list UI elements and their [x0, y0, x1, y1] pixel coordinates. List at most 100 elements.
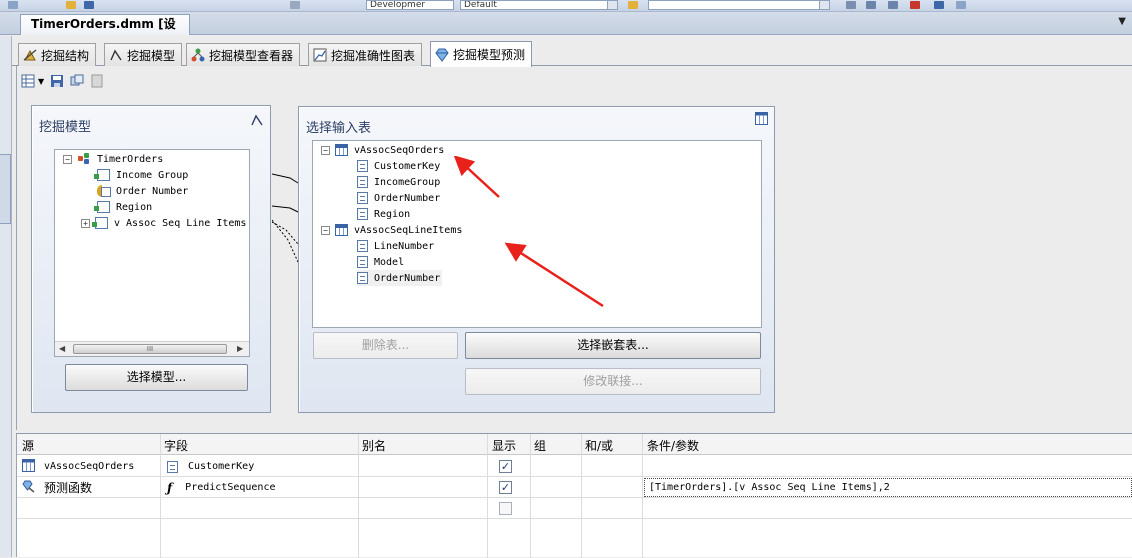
- configuration-combo[interactable]: Developmer: [366, 0, 454, 10]
- platform-combo[interactable]: Default: [460, 0, 618, 10]
- header-field[interactable]: 字段: [164, 437, 188, 454]
- tab-mining-structure[interactable]: 挖掘结构: [18, 43, 97, 66]
- tab-model-viewer[interactable]: 挖掘模型查看器: [186, 43, 301, 66]
- tree-root[interactable]: − TimerOrders: [63, 151, 163, 167]
- open-folder-icon[interactable]: [66, 1, 76, 9]
- expand-icon[interactable]: +: [81, 218, 90, 228]
- header-group[interactable]: 组: [534, 437, 546, 454]
- show-cell[interactable]: ✓: [499, 456, 512, 477]
- tree-item[interactable]: Order Number: [97, 183, 188, 199]
- column-node[interactable]: OrderNumber: [357, 270, 443, 286]
- table-node[interactable]: − vAssocSeqOrders: [321, 142, 444, 158]
- column-name: IncomeGroup: [374, 176, 441, 188]
- tree-item[interactable]: + v Assoc Seq Line Items: [81, 215, 246, 231]
- source-cell[interactable]: 预测函数: [22, 477, 92, 498]
- column-name: Income Group: [116, 169, 189, 181]
- header-source[interactable]: 源: [22, 437, 34, 454]
- header-show[interactable]: 显示: [492, 437, 516, 454]
- column-node[interactable]: CustomerKey: [357, 158, 440, 174]
- collapse-icon[interactable]: −: [321, 145, 330, 155]
- column-name: CustomerKey: [374, 160, 441, 172]
- save-icon[interactable]: [84, 1, 94, 9]
- show-checkbox[interactable]: [499, 502, 512, 515]
- collapse-icon[interactable]: −: [63, 154, 72, 164]
- chevron-down-icon[interactable]: ▼: [38, 77, 44, 86]
- panel-title: 挖掘模型: [39, 120, 92, 135]
- column-node[interactable]: Region: [357, 206, 410, 222]
- table-node[interactable]: − vAssocSeqLineItems: [321, 222, 462, 238]
- chevron-down-icon[interactable]: [607, 1, 617, 9]
- mining-model-tree-icon: [77, 153, 91, 165]
- model-tree[interactable]: − TimerOrders Income Group Order Number …: [54, 149, 250, 357]
- designer-canvas: ▼ 挖掘模型 − TimerOrders Income Group Order …: [16, 66, 1132, 430]
- column-name: LineNumber: [374, 240, 435, 252]
- properties-icon[interactable]: [888, 1, 898, 9]
- modify-join-button[interactable]: 修改联接...: [465, 368, 761, 395]
- document-icon[interactable]: [90, 74, 104, 88]
- table-row[interactable]: 预测函数 ƒ PredictSequence ✓ [TimerOrders].[…: [17, 477, 1132, 498]
- annotation-arrow: [453, 156, 500, 198]
- toolbar-icon[interactable]: [8, 1, 18, 9]
- table-row[interactable]: [17, 498, 1132, 519]
- undo-icon[interactable]: [290, 1, 300, 9]
- table-icon: [335, 224, 348, 236]
- prediction-query-grid[interactable]: 源 字段 别名 显示 组 和/或 条件/参数 vAssocSeqOrders C…: [16, 433, 1132, 558]
- select-nested-table-button[interactable]: 选择嵌套表...: [465, 332, 761, 359]
- show-cell[interactable]: [499, 498, 512, 519]
- header-alias[interactable]: 别名: [362, 437, 386, 454]
- criteria-cell[interactable]: [TimerOrders].[v Assoc Seq Line Items],2: [649, 477, 890, 498]
- scroll-left-icon[interactable]: ◀: [59, 344, 65, 353]
- collapse-icon[interactable]: −: [321, 225, 330, 235]
- table-row[interactable]: vAssocSeqOrders CustomerKey ✓: [17, 456, 1132, 477]
- header-and-or[interactable]: 和/或: [585, 437, 613, 454]
- show-checkbox[interactable]: ✓: [499, 481, 512, 494]
- window-icon[interactable]: [956, 1, 966, 9]
- tree-item[interactable]: Region: [94, 199, 152, 215]
- table-grid-icon: [755, 112, 768, 128]
- tab-accuracy-chart[interactable]: 挖掘准确性图表: [308, 43, 423, 66]
- field-cell[interactable]: CustomerKey: [167, 456, 254, 477]
- field-cell[interactable]: ƒ PredictSequence: [167, 477, 275, 498]
- column-icon: [357, 240, 368, 252]
- delete-icon[interactable]: [910, 1, 920, 9]
- column-icon: [167, 460, 178, 473]
- copy-query-icon[interactable]: [70, 74, 84, 88]
- header-criteria[interactable]: 条件/参数: [647, 437, 699, 454]
- chevron-down-icon[interactable]: [819, 1, 829, 9]
- delete-table-button[interactable]: 删除表...: [313, 332, 458, 359]
- scroll-right-icon[interactable]: ▶: [237, 344, 243, 353]
- switch-view-icon[interactable]: [21, 74, 35, 88]
- save-query-icon[interactable]: [50, 74, 64, 88]
- column-node[interactable]: Model: [357, 254, 404, 270]
- solution-explorer-icon[interactable]: [866, 1, 876, 9]
- column-icon: [357, 192, 368, 204]
- column-node[interactable]: IncomeGroup: [357, 174, 440, 190]
- select-model-button[interactable]: 选择模型...: [65, 364, 248, 391]
- column-node[interactable]: LineNumber: [357, 238, 434, 254]
- mining-model-icon: [109, 48, 123, 62]
- scroll-thumb[interactable]: III: [73, 344, 227, 354]
- tab-mining-model[interactable]: 挖掘模型: [104, 43, 183, 66]
- tab-label: 挖掘模型预测: [453, 48, 526, 62]
- source-value: vAssocSeqOrders: [44, 461, 135, 472]
- mining-structure-icon: [23, 48, 37, 62]
- document-tab[interactable]: TimerOrders.dmm [设计]: [20, 14, 190, 50]
- prediction-toolbar: ▼: [21, 72, 104, 90]
- table-icon: [335, 144, 348, 156]
- find-in-files-icon[interactable]: [846, 1, 856, 9]
- table-icon: [22, 458, 35, 475]
- tab-mining-prediction[interactable]: 挖掘模型预测: [430, 41, 533, 67]
- chevron-down-icon[interactable]: ▼: [1118, 16, 1126, 27]
- column-node[interactable]: OrderNumber: [357, 190, 440, 206]
- show-cell[interactable]: ✓: [499, 477, 512, 498]
- scroll-thumb-grip: III: [146, 345, 154, 353]
- toolbox-autohide-tab[interactable]: [0, 154, 11, 224]
- search-combo[interactable]: [648, 0, 830, 10]
- horizontal-scrollbar[interactable]: ◀ III ▶: [55, 341, 249, 356]
- source-cell[interactable]: vAssocSeqOrders: [22, 456, 134, 477]
- find-icon[interactable]: [628, 1, 638, 9]
- tree-item[interactable]: Income Group: [94, 167, 189, 183]
- model-name: TimerOrders: [97, 153, 164, 165]
- show-checkbox[interactable]: ✓: [499, 460, 512, 473]
- help-icon[interactable]: [934, 1, 944, 9]
